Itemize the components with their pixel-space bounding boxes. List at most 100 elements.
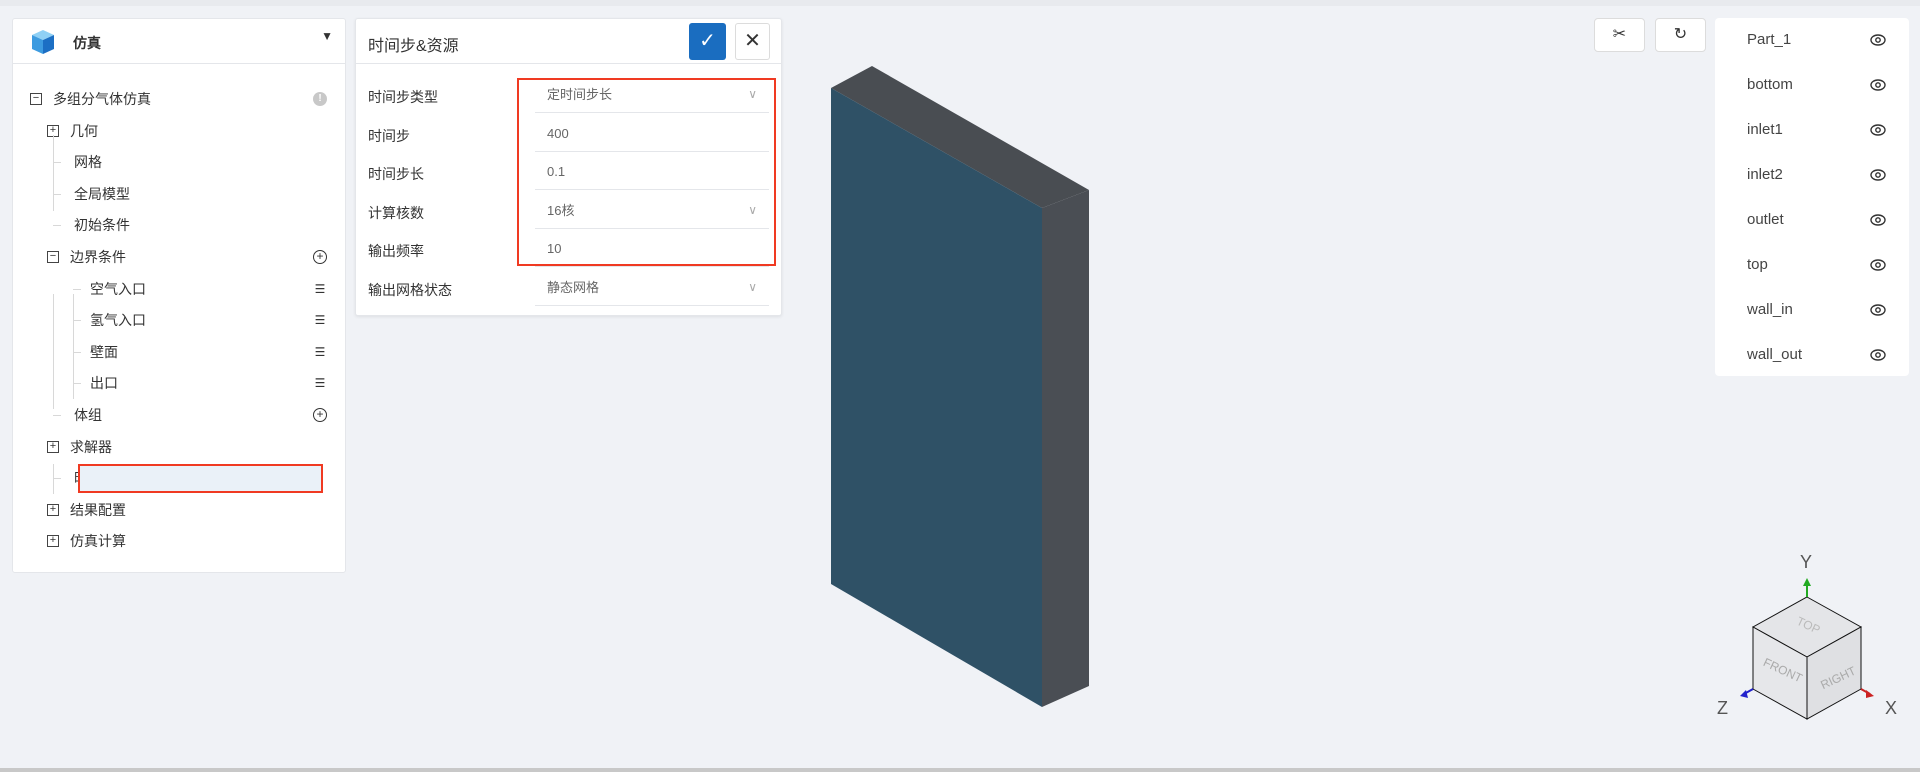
eye-icon[interactable] (1870, 123, 1886, 137)
tree-item[interactable]: + 结果配置 (13, 498, 345, 522)
list-icon[interactable]: ☰ (313, 282, 327, 296)
input-field[interactable]: 0.1 (535, 153, 769, 191)
add-circle-icon[interactable]: + (313, 250, 327, 264)
check-icon: ✓ (699, 30, 716, 52)
tree-item[interactable]: + 求解器 (13, 435, 345, 459)
chevron-down-icon: ∨ (748, 202, 757, 217)
tree-item[interactable]: 体组 + (13, 403, 345, 427)
tree-item-label: 仿真计算 (70, 533, 126, 550)
close-icon: ✕ (744, 30, 761, 52)
info-icon[interactable]: ! (313, 92, 327, 106)
input-field[interactable]: 400 (535, 114, 769, 152)
part-label: Part_1 (1747, 31, 1792, 48)
part-item[interactable]: wall_in (1715, 295, 1909, 325)
part-item[interactable]: bottom (1715, 70, 1909, 100)
form-row: 输出网格状态 静态网格 ∨ (356, 269, 781, 307)
eye-icon[interactable] (1870, 168, 1886, 182)
tree-connector (53, 225, 61, 227)
part-label: bottom (1747, 76, 1793, 93)
top-strip (0, 0, 1920, 6)
expand-icon[interactable]: + (47, 535, 59, 548)
field-label: 输出频率 (368, 243, 424, 260)
form-row: 时间步类型 定时间步长 ∨ (356, 76, 781, 114)
field-value: 400 (547, 125, 569, 141)
eye-icon[interactable] (1870, 213, 1886, 227)
tree-item[interactable]: 全局模型 (13, 182, 345, 206)
field-label: 时间步 (368, 127, 410, 144)
field-label: 时间步长 (368, 166, 424, 183)
form-row: 计算核数 16核 ∨ (356, 191, 781, 230)
tree-item[interactable]: + 仿真计算 (13, 529, 345, 553)
cube-logo-icon (32, 30, 54, 54)
bottom-border (0, 768, 1920, 772)
tree-item[interactable]: 初始条件 (13, 213, 345, 237)
eye-icon[interactable] (1870, 303, 1886, 317)
select-field[interactable]: 16核 ∨ (535, 191, 769, 229)
tree-item-label: 边界条件 (70, 249, 126, 265)
tree-item[interactable]: 出口 ☰ (13, 371, 345, 395)
tree-item-label: 网格 (74, 154, 102, 171)
eye-icon[interactable] (1870, 33, 1886, 47)
part-item[interactable]: outlet (1715, 205, 1909, 235)
reset-view-button[interactable]: ↻ (1655, 18, 1706, 52)
3d-model-viewport[interactable] (800, 40, 1120, 730)
confirm-button[interactable]: ✓ (689, 23, 726, 60)
expand-icon[interactable]: + (47, 440, 59, 453)
part-item[interactable]: inlet1 (1715, 115, 1909, 145)
expand-icon[interactable]: + (47, 503, 59, 516)
collapse-icon[interactable]: − (47, 251, 59, 263)
time-step-resource-form: 时间步&资源 ✓ ✕ 时间步类型 定时间步长 ∨ 时间步 400 时间步长 0.1… (355, 18, 782, 316)
form-row: 时间步 400 (356, 114, 781, 153)
select-field[interactable]: 定时间步长 ∨ (535, 76, 769, 113)
part-item[interactable]: Part_1 (1715, 25, 1909, 55)
part-label: wall_out (1747, 346, 1803, 363)
tree-item-label: 出口 (90, 375, 118, 392)
tree-connector (53, 415, 61, 416)
tree-item-label: 求解器 (70, 438, 112, 455)
tree-item[interactable]: + 几何 (13, 119, 345, 143)
tree-item-label: 多组分气体仿真 (53, 91, 151, 107)
eye-icon[interactable] (1870, 348, 1886, 362)
tree-line (53, 464, 54, 494)
tree-line (53, 135, 54, 211)
tree-item-label: 结果配置 (70, 501, 126, 518)
caret-down-icon[interactable]: ▼ (321, 29, 333, 43)
tree-item[interactable]: 空气入口 ☰ (13, 277, 345, 301)
parts-panel: Part_1 bottom inlet1 inlet2 outlet top w… (1715, 18, 1909, 376)
list-icon[interactable]: ☰ (313, 313, 327, 327)
tree-connector (73, 383, 81, 385)
field-value: 16核 (547, 202, 575, 218)
collapse-icon[interactable]: − (30, 93, 42, 105)
tree-line (53, 294, 54, 409)
list-icon[interactable]: ☰ (313, 376, 327, 390)
input-field[interactable]: 10 (535, 230, 769, 268)
tree-header[interactable]: 仿真 ▼ (13, 19, 345, 64)
tree-item[interactable]: 网格 (13, 150, 345, 174)
eye-icon[interactable] (1870, 78, 1886, 92)
tree-item-label: 壁面 (90, 343, 118, 360)
field-value: 10 (547, 241, 562, 257)
part-label: inlet2 (1747, 166, 1783, 183)
selected-highlight (78, 464, 323, 493)
list-icon[interactable]: ☰ (313, 345, 327, 359)
tree-item[interactable]: − 边界条件 + (13, 245, 345, 269)
part-item[interactable]: inlet2 (1715, 160, 1909, 190)
select-field[interactable]: 静态网格 ∨ (535, 269, 769, 306)
form-row: 时间步长 0.1 (356, 153, 781, 191)
part-item[interactable]: top (1715, 250, 1909, 280)
tree-item[interactable]: − 多组分气体仿真! (13, 87, 345, 111)
eye-icon[interactable] (1870, 258, 1886, 272)
axis-y-label: Y (1800, 552, 1812, 572)
field-value: 0.1 (547, 164, 566, 180)
part-item[interactable]: wall_out (1715, 340, 1909, 370)
close-button[interactable]: ✕ (735, 23, 770, 60)
tree-connector (53, 162, 61, 164)
clip-button[interactable]: ✂ (1594, 18, 1645, 52)
axis-x-label: X (1885, 698, 1897, 718)
tree-item[interactable]: 氢气入口 ☰ (13, 308, 345, 332)
add-circle-icon[interactable]: + (313, 408, 327, 422)
tree-item[interactable]: 壁面 ☰ (13, 340, 345, 364)
tree-connector (73, 288, 81, 290)
orientation-cube[interactable]: TOP FRONT RIGHT Y Z X (1700, 540, 1920, 768)
rotate-icon: ↻ (1673, 26, 1688, 43)
